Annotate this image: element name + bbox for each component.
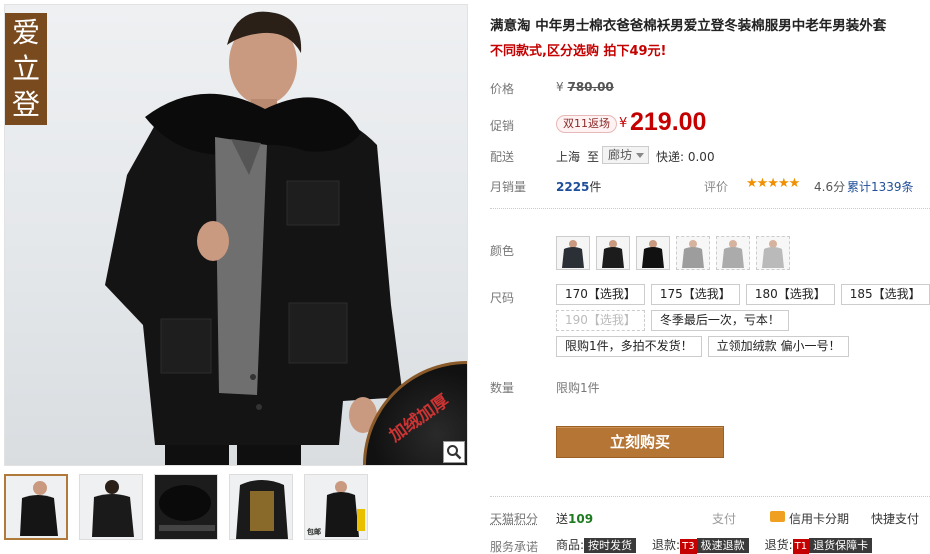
service-tag: 按时发货 (584, 538, 637, 553)
color-swatch-gray-coat[interactable] (676, 236, 710, 270)
currency-symbol: ¥ (619, 116, 628, 131)
thumb-image (236, 480, 288, 539)
service-prefix: 退货: (764, 538, 793, 552)
thumbnail-back-view[interactable] (79, 474, 143, 540)
rating-stars-icon: ★★★★★ (746, 176, 800, 191)
ship-to-word: 至 (587, 150, 600, 164)
thumbnail-promo-shot[interactable]: 包邮 (304, 474, 368, 540)
tmall-points-label[interactable]: 天猫积分 (490, 510, 538, 527)
points-amount: 109 (568, 512, 594, 526)
promo-headline: 不同款式,区分选购 拍下49元! (490, 44, 667, 59)
chevron-down-icon (636, 153, 645, 158)
service-prefix: 退款: (652, 538, 681, 552)
color-swatch-black-coat[interactable] (556, 236, 590, 270)
thumb-caption: 包邮 (307, 528, 321, 536)
swatch-image (722, 240, 744, 268)
express-fee: 快递: 0.00 (656, 150, 715, 164)
size-option[interactable]: 185【选我】 (840, 284, 930, 305)
rating-label: 评价 (704, 180, 729, 194)
service-item[interactable]: 退货: T1 退货保障卡 (765, 536, 873, 554)
quantity-label: 数量 (490, 381, 515, 395)
thumbnail-front-view[interactable] (4, 474, 68, 540)
promotion-label: 促销 (490, 119, 515, 133)
color-swatch-gray-coat-pale[interactable] (756, 236, 790, 270)
size-option[interactable]: 立领加绒款 偏小一号！ (707, 336, 850, 357)
service-promises: 商品: 按时发货 退款: T3 极速退款 退货: T1 退货保障卡 (556, 536, 873, 554)
points-prefix: 送 (556, 512, 569, 526)
delivery-label: 配送 (490, 150, 515, 164)
size-option-disabled: 190【选我】 (556, 310, 645, 331)
original-price-value: 780.00 (567, 80, 614, 94)
size-option[interactable]: 170【选我】 (556, 284, 645, 305)
thumbnail-lining-detail[interactable] (229, 474, 293, 540)
thumbnail-strip: 包邮 (4, 474, 368, 544)
service-label: 服务承诺 (490, 540, 539, 554)
ship-from: 上海 (556, 150, 581, 164)
rating-score: 4.6分 (814, 180, 846, 194)
promotion-price: 219.00 (630, 108, 707, 136)
size-option[interactable]: 冬季最后一次，亏本！ (650, 310, 789, 331)
divider (490, 496, 930, 497)
color-swatch-gray-coat-light[interactable] (716, 236, 750, 270)
service-code: T3 (680, 539, 697, 554)
service-code: T1 (792, 539, 810, 554)
product-title: 满意淘 中年男士棉衣爸爸棉袄男爱立登冬装棉服男中老年男装外套 (490, 18, 887, 34)
color-label: 颜色 (490, 244, 515, 258)
quick-pay-option[interactable]: 快捷支付 (871, 510, 919, 527)
thumb-image (20, 481, 58, 536)
monthly-sales-label: 月销量 (490, 180, 527, 194)
credit-card-icon (770, 511, 785, 522)
thumb-image (155, 475, 217, 539)
size-option-list: 170【选我】 175【选我】 180【选我】 185【选我】 190【选我】 … (556, 284, 930, 357)
price-label: 价格 (490, 82, 515, 96)
swatch-image (562, 240, 584, 268)
color-swatch-list (556, 236, 790, 270)
monthly-sales-unit: 件 (589, 180, 602, 194)
service-tag: 退货保障卡 (809, 538, 873, 553)
brand-logo: 爱立登 (5, 13, 47, 125)
color-swatch-black-coat-dark[interactable] (636, 236, 670, 270)
service-item[interactable]: 退款: T3 极速退款 (652, 536, 749, 554)
swatch-image (642, 240, 664, 268)
monthly-sales: 2225件 (556, 178, 601, 195)
zoom-button[interactable] (443, 441, 465, 463)
monthly-sales-count: 2225 (556, 180, 590, 194)
swatch-image (762, 240, 784, 268)
original-price: ¥ 780.00 (556, 80, 614, 94)
fur-badge-text: 加绒加厚 (385, 390, 454, 447)
color-swatch-black-coat-fur[interactable] (596, 236, 630, 270)
promotion-badge: 双11返场 (556, 115, 617, 133)
currency-symbol: ¥ (556, 80, 564, 94)
thumbnail-collar-detail[interactable] (154, 474, 218, 540)
divider (490, 208, 930, 209)
size-option[interactable]: 限购1件，多拍不发货！ (556, 336, 702, 357)
quantity-limit: 限购1件 (556, 381, 600, 395)
ship-to-dropdown[interactable]: 廊坊 (602, 146, 650, 164)
product-main-image[interactable]: 爱立登 加绒加厚 (4, 4, 468, 466)
thumb-image (92, 480, 134, 537)
buy-now-button[interactable]: 立刻购买 (556, 426, 724, 458)
payment-label: 支付 (712, 512, 737, 526)
service-tag: 极速退款 (696, 538, 749, 553)
installment-option[interactable]: 信用卡分期 (789, 510, 849, 527)
service-prefix: 商品: (556, 538, 585, 552)
ship-to-value: 廊坊 (608, 148, 633, 162)
magnifier-icon (447, 445, 462, 460)
size-label: 尺码 (490, 291, 515, 305)
size-option[interactable]: 180【选我】 (745, 284, 835, 305)
swatch-image (602, 240, 624, 268)
swatch-image (682, 240, 704, 268)
product-info-panel: 满意淘 中年男士棉衣爸爸棉袄男爱立登冬装棉服男中老年男装外套 不同款式,区分选购… (484, 0, 930, 554)
size-option[interactable]: 175【选我】 (650, 284, 740, 305)
review-count-link[interactable]: 累计1339条 (847, 178, 914, 195)
service-item[interactable]: 商品: 按时发货 (556, 536, 637, 554)
points-value: 送109 (556, 510, 593, 527)
